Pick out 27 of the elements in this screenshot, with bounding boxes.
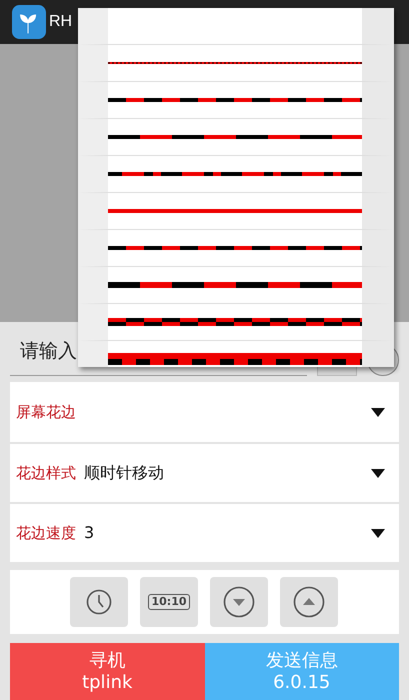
border-style-option[interactable] [78, 304, 394, 341]
border-style-option[interactable] [78, 156, 394, 193]
tool-button[interactable] [280, 577, 338, 627]
app-title: RH [49, 12, 72, 32]
tool-button[interactable] [210, 577, 268, 627]
dropdown-caret-icon [371, 408, 385, 416]
border-style-option[interactable] [78, 230, 394, 267]
digital-clock-label: 10:10 [148, 594, 190, 610]
setting-label: 花边速度 [16, 522, 76, 544]
border-style-option[interactable] [78, 82, 394, 119]
setting-label: 花边样式 [16, 462, 76, 484]
border-style-option[interactable] [78, 267, 394, 304]
setting-label: 屏幕花边 [16, 402, 76, 423]
setting-value: 3 [84, 522, 94, 544]
settings-dropdown[interactable]: 花边样式 顺时针移动 [10, 442, 399, 502]
app-logo-icon [12, 5, 46, 39]
tool-button[interactable] [70, 577, 128, 627]
tool-button[interactable]: 10:10 [140, 577, 198, 627]
settings-dropdown[interactable]: 花边速度 3 [10, 502, 399, 562]
find-device-button[interactable]: 寻机 tplink [10, 643, 204, 700]
border-style-option[interactable] [78, 341, 394, 367]
setting-value: 顺时针移动 [84, 462, 164, 484]
clock-icon [86, 589, 112, 615]
dropdown-caret-icon [371, 468, 385, 478]
dropdown-caret-icon [371, 528, 385, 538]
border-style-option[interactable] [78, 119, 394, 156]
settings-dropdown[interactable]: 屏幕花边 [10, 382, 399, 442]
